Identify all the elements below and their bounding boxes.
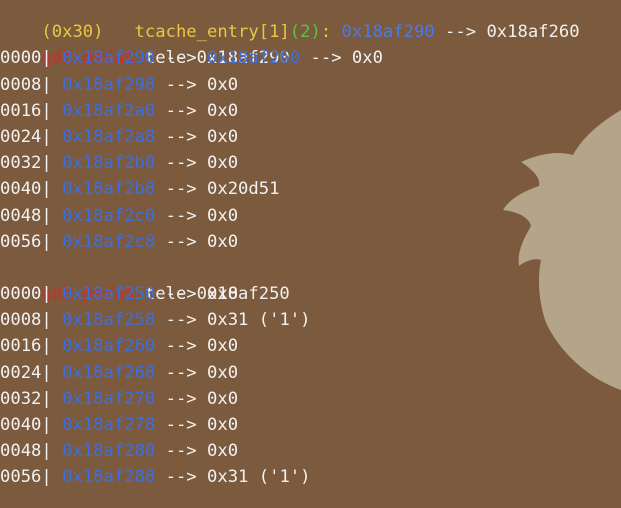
row-address: 0x18af290	[62, 48, 156, 69]
row-address: 0x18af2c8	[62, 231, 156, 252]
arrow: -->	[165, 74, 197, 95]
row-offset: 0008|	[0, 310, 52, 331]
row-value: 0x0	[207, 441, 239, 462]
row-value: 0x0	[207, 336, 239, 357]
arrow: -->	[165, 48, 197, 69]
arrow: -->	[165, 336, 197, 357]
row-value: 0x0	[207, 153, 239, 174]
tele-row: 0056| 0x18af288 --> 0x31 ('1')	[0, 464, 621, 490]
arrow: -->	[165, 153, 197, 174]
row-offset: 0000|	[0, 284, 52, 305]
arrow: -->	[165, 179, 197, 200]
row-offset: 0024|	[0, 126, 52, 147]
row-value: 0x0	[207, 388, 239, 409]
row-address: 0x18af258	[62, 310, 156, 331]
arrow: -->	[165, 126, 197, 147]
row-address: 0x18af2b8	[62, 179, 156, 200]
row-address: 0x18af268	[62, 362, 156, 383]
arrow: -->	[165, 284, 197, 305]
row-value: 0x0	[351, 48, 383, 69]
row-value: 0x0	[207, 100, 239, 121]
prompt-line: gdb-peda$ tele 0x18af250	[0, 255, 621, 304]
tele-row: 0024| 0x18af268 --> 0x0	[0, 360, 621, 386]
arrow: -->	[310, 48, 342, 69]
arrow: -->	[165, 310, 197, 331]
tele-row: 0048| 0x18af280 --> 0x0	[0, 438, 621, 464]
arrow: -->	[165, 205, 197, 226]
row-value: 0x0	[207, 415, 239, 435]
row-address: 0x18af288	[62, 467, 156, 488]
row-value: 0x0	[207, 362, 239, 383]
tele-row: 0040| 0x18af2b8 --> 0x20d51	[0, 176, 621, 202]
prompt-line: gdb-peda$ tele 0x18af290	[0, 19, 621, 68]
row-value: 0x0	[207, 126, 239, 147]
arrow: -->	[165, 362, 197, 383]
row-address: 0x18af278	[62, 415, 156, 435]
row-offset: 0032|	[0, 153, 52, 174]
tele-row: 0000| 0x18af250 --> 0x0	[0, 281, 621, 307]
row-offset: 0048|	[0, 441, 52, 462]
row-offset: 0008|	[0, 74, 52, 95]
row-value: 0x31 ('1')	[207, 467, 311, 488]
row-offset: 0000|	[0, 48, 52, 69]
tele-row: 0048| 0x18af2c0 --> 0x0	[0, 203, 621, 229]
terminal-output: (0x30) tcache_entry[1](2): 0x18af290 -->…	[0, 0, 621, 491]
row-address: 0x18af280	[62, 441, 156, 462]
row-address: 0x18af2c0	[62, 205, 156, 226]
row-address: 0x18af250	[62, 284, 156, 305]
arrow: -->	[165, 231, 197, 252]
row-offset: 0016|	[0, 100, 52, 121]
tele-row: 0000| 0x18af290 --> 0x18af260 --> 0x0	[0, 45, 621, 71]
row-value: 0x31 ('1')	[207, 310, 311, 331]
row-offset: 0024|	[0, 362, 52, 383]
row-value: 0x0	[207, 205, 239, 226]
row-address: 0x18af298	[62, 74, 156, 95]
arrow: -->	[165, 441, 197, 462]
tele-row: 0008| 0x18af258 --> 0x31 ('1')	[0, 307, 621, 333]
row-value: 0x20d51	[207, 179, 280, 200]
arrow: -->	[165, 100, 197, 121]
row-offset: 0056|	[0, 467, 52, 488]
row-value: 0x0	[207, 74, 239, 95]
tele-row: 0016| 0x18af260 --> 0x0	[0, 333, 621, 359]
tcache-entry-line: (0x30) tcache_entry[1](2): 0x18af290 -->…	[0, 0, 621, 42]
row-address: 0x18af2a8	[62, 126, 156, 147]
tele-row: 0008| 0x18af298 --> 0x0	[0, 72, 621, 98]
row-offset: 0032|	[0, 388, 52, 409]
row-address: 0x18af270	[62, 388, 156, 409]
row-address: 0x18af260	[62, 336, 156, 357]
tele-row: 0040| 0x18af278 --> 0x0	[0, 412, 621, 438]
tele-row: 0032| 0x18af2b0 --> 0x0	[0, 150, 621, 176]
arrow: -->	[165, 467, 197, 488]
tele-row: 0024| 0x18af2a8 --> 0x0	[0, 124, 621, 150]
row-address: 0x18af2a0	[62, 100, 156, 121]
tele-row: 0032| 0x18af270 --> 0x0	[0, 386, 621, 412]
row-pointer-address: 0x18af260	[207, 48, 301, 69]
row-offset: 0048|	[0, 205, 52, 226]
tele-row: 0016| 0x18af2a0 --> 0x0	[0, 98, 621, 124]
tele-row: 0056| 0x18af2c8 --> 0x0	[0, 229, 621, 255]
arrow: -->	[165, 415, 197, 435]
row-offset: 0016|	[0, 336, 52, 357]
row-offset: 0040|	[0, 415, 52, 435]
row-offset: 0040|	[0, 179, 52, 200]
row-address: 0x18af2b0	[62, 153, 156, 174]
row-value: 0x0	[207, 231, 239, 252]
arrow: -->	[165, 388, 197, 409]
row-offset: 0056|	[0, 231, 52, 252]
row-value: 0x0	[207, 284, 239, 305]
